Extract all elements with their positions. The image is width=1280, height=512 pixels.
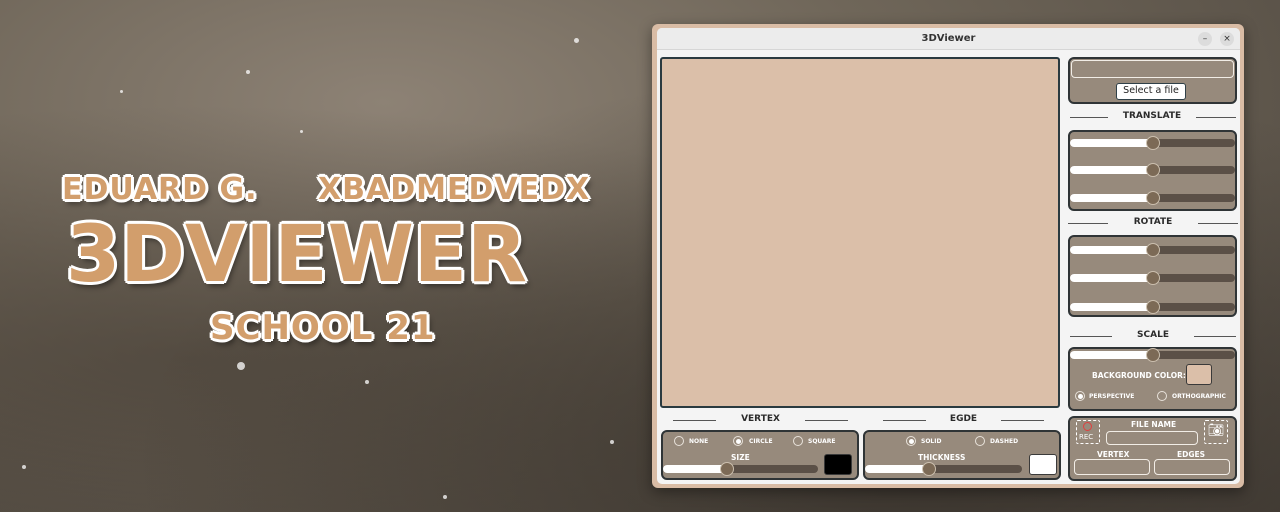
record-icon	[1083, 422, 1092, 431]
vertex-color-swatch[interactable]	[824, 454, 852, 475]
translate-y-slider[interactable]	[1070, 163, 1235, 177]
rotate-y-slider[interactable]	[1070, 271, 1235, 285]
vertex-count-field	[1074, 459, 1150, 475]
snowflake	[237, 362, 245, 370]
slider-handle[interactable]	[1145, 243, 1160, 257]
perspective-radio[interactable]	[1075, 391, 1085, 401]
slider-fill	[1070, 351, 1153, 359]
camera-icon: 📷︎	[1207, 423, 1225, 438]
rotate-header: ROTATE	[1133, 217, 1173, 227]
vertex-square-label: SQUARE	[808, 438, 836, 445]
translate-header: TRANSLATE	[1122, 111, 1182, 121]
slider-handle[interactable]	[719, 462, 734, 476]
scale-slider[interactable]	[1070, 348, 1235, 362]
slider-handle[interactable]	[1145, 300, 1160, 314]
snowflake	[300, 130, 303, 133]
edge-header: EGDE	[949, 414, 978, 424]
snowflake	[574, 38, 579, 43]
author-nick: XBADMEDVEDX	[318, 172, 591, 207]
vertex-none-label: NONE	[689, 438, 709, 445]
slider-fill	[1070, 194, 1153, 202]
screenshot-button[interactable]: 📷︎	[1204, 420, 1228, 444]
slider-handle[interactable]	[1145, 136, 1160, 150]
slider-fill	[1070, 166, 1153, 174]
banner-title: 3DVIEWER	[66, 210, 528, 300]
window-title: 3DViewer	[921, 33, 976, 44]
snowflake	[365, 380, 369, 384]
slider-fill	[1070, 303, 1153, 311]
close-button[interactable]: ×	[1220, 32, 1234, 46]
perspective-label: PERSPECTIVE	[1089, 393, 1135, 400]
file-name-field[interactable]	[1106, 431, 1198, 445]
slider-fill	[1070, 274, 1153, 282]
edge-solid-radio[interactable]	[906, 436, 916, 446]
translate-x-slider[interactable]	[1070, 136, 1235, 150]
background-color-label: BACKGROUND COLOR:	[1092, 371, 1186, 380]
select-file-button[interactable]: Select a file	[1116, 83, 1186, 100]
record-button[interactable]: REC	[1076, 420, 1100, 444]
vertex-header: VERTEX	[741, 414, 780, 424]
file-name-label: FILE NAME	[1131, 420, 1177, 429]
slider-handle[interactable]	[1145, 163, 1160, 177]
vertex-count-label: VERTEX	[1097, 450, 1130, 459]
background-color-swatch[interactable]	[1186, 364, 1212, 385]
edge-thickness-label: THICKNESS	[918, 453, 966, 462]
slider-handle[interactable]	[1145, 191, 1160, 205]
minimize-button[interactable]: –	[1198, 32, 1212, 46]
snowflake	[246, 70, 250, 74]
slider-fill	[865, 465, 930, 473]
edge-dashed-radio[interactable]	[975, 436, 985, 446]
orthographic-radio[interactable]	[1157, 391, 1167, 401]
snowflake	[610, 440, 614, 444]
vertex-none-radio[interactable]	[674, 436, 684, 446]
vertex-size-slider[interactable]	[663, 462, 818, 476]
snowflake	[22, 465, 26, 469]
snowflake	[443, 495, 447, 499]
banner-subtitle: SCHOOL 21	[210, 308, 436, 348]
slider-fill	[1070, 139, 1153, 147]
slider-handle[interactable]	[1145, 271, 1160, 285]
slider-handle[interactable]	[1145, 348, 1160, 362]
edge-thickness-slider[interactable]	[865, 462, 1022, 476]
edges-count-label: EDGES	[1177, 450, 1206, 459]
author-name: EDUARD G.	[62, 172, 258, 207]
scale-header: SCALE	[1137, 330, 1169, 340]
slider-fill	[1070, 246, 1153, 254]
vertex-circle-label: CIRCLE	[749, 438, 773, 445]
file-path-field[interactable]	[1071, 60, 1234, 78]
edge-dashed-label: DASHED	[990, 438, 1019, 445]
edge-color-swatch[interactable]	[1029, 454, 1057, 475]
rotate-z-slider[interactable]	[1070, 300, 1235, 314]
vertex-square-radio[interactable]	[793, 436, 803, 446]
orthographic-label: ORTHOGRAPHIC	[1172, 393, 1226, 400]
edge-solid-label: SOLID	[921, 438, 942, 445]
rotate-x-slider[interactable]	[1070, 243, 1235, 257]
edges-count-field	[1154, 459, 1230, 475]
translate-z-slider[interactable]	[1070, 191, 1235, 205]
model-viewport[interactable]	[660, 57, 1060, 408]
vertex-circle-radio[interactable]	[733, 436, 743, 446]
snowflake	[120, 90, 123, 93]
slider-fill	[663, 465, 727, 473]
rec-label: REC	[1079, 433, 1094, 441]
vertex-size-label: SIZE	[731, 453, 750, 462]
title-bar: 3DViewer	[657, 28, 1240, 50]
